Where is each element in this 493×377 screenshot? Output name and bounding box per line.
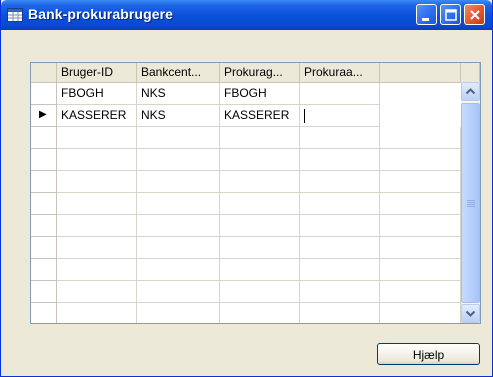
table-cell[interactable] [220,259,300,281]
row-selector[interactable] [31,193,57,215]
table-cell[interactable] [220,171,300,193]
table-cell[interactable] [57,259,137,281]
table-cell[interactable] [380,127,461,149]
row-selector[interactable] [31,127,57,149]
table-cell[interactable] [137,193,220,215]
row-selector-current[interactable]: ▶ [31,105,57,127]
table-cell[interactable] [137,281,220,303]
help-button[interactable]: Hjælp [377,343,480,365]
table-cell[interactable] [57,193,137,215]
row-selector[interactable] [31,259,57,281]
chevron-down-icon [465,310,476,317]
table-cell[interactable]: NKS [137,83,220,105]
table-cell[interactable] [300,171,380,193]
title-bar[interactable]: Bank-prokurabrugere [1,0,492,30]
table-cell[interactable] [220,237,300,259]
scroll-down-button[interactable] [461,304,480,323]
table-cell[interactable] [380,237,461,259]
thumb-grip [467,202,475,203]
scrollbar-thumb[interactable] [461,103,480,303]
table-cell[interactable] [137,149,220,171]
row-selector[interactable] [31,281,57,303]
table-cell[interactable] [220,281,300,303]
thumb-grip [467,204,475,205]
maximize-icon [445,9,457,21]
chevron-up-icon [465,88,476,95]
scroll-up-button[interactable] [461,82,480,101]
table-cell[interactable]: FBOGH [57,83,137,105]
table-cell[interactable] [300,127,380,149]
table-cell-active[interactable] [300,105,380,127]
table-cell[interactable] [300,303,380,323]
table-cell[interactable] [57,127,137,149]
table-cell[interactable] [220,127,300,149]
table-cell[interactable] [380,259,461,281]
data-grid[interactable]: Bruger-ID Bankcent... Prokurag... Prokur… [30,62,481,324]
table-cell[interactable] [57,281,137,303]
table-cell[interactable] [137,259,220,281]
header-corner [31,63,57,83]
table-cell[interactable] [300,149,380,171]
table-cell[interactable] [300,237,380,259]
table-cell[interactable] [380,193,461,215]
table-cell[interactable] [57,237,137,259]
table-cell[interactable]: FBOGH [220,83,300,105]
table-cell[interactable] [380,281,461,303]
row-selector[interactable] [31,171,57,193]
close-button[interactable] [464,4,485,25]
table-cell[interactable] [137,127,220,149]
table-cell[interactable] [137,171,220,193]
table-cell[interactable] [57,149,137,171]
table-cell[interactable] [300,281,380,303]
table-cell[interactable] [300,193,380,215]
table-cell[interactable] [300,83,380,105]
column-header-prokuragruppe[interactable]: Prokurag... [220,63,300,83]
minimize-icon [422,18,429,21]
table-cell[interactable] [57,303,137,323]
table-cell[interactable] [300,259,380,281]
table-cell[interactable] [220,215,300,237]
thumb-grip [467,200,475,201]
minimize-button[interactable] [416,4,437,25]
current-row-arrow-icon: ▶ [39,109,47,120]
table-cell[interactable]: KASSERER [220,105,300,127]
table-cell[interactable] [220,193,300,215]
table-cell[interactable] [220,149,300,171]
row-selector[interactable] [31,83,57,105]
row-selector[interactable] [31,303,57,323]
table-cell[interactable]: KASSERER [57,105,137,127]
thumb-grip [467,206,475,207]
table-cell[interactable] [380,171,461,193]
row-selector[interactable] [31,215,57,237]
text-cursor [304,109,305,123]
table-icon [7,8,23,22]
table-cell[interactable] [137,303,220,323]
window-title: Bank-prokurabrugere [28,6,174,22]
column-header-filler [380,63,461,83]
table-cell[interactable] [220,303,300,323]
table-cell[interactable]: NKS [137,105,220,127]
table-cell[interactable] [380,149,461,171]
row-selector[interactable] [31,149,57,171]
column-header-bankcenter[interactable]: Bankcent... [137,63,220,83]
table-cell[interactable] [57,215,137,237]
vertical-scrollbar[interactable] [461,82,480,323]
table-cell[interactable] [137,215,220,237]
row-selector[interactable] [31,237,57,259]
close-icon [470,10,480,20]
header-scroll-corner [461,63,480,83]
table-cell[interactable] [300,215,380,237]
table-cell[interactable] [57,171,137,193]
column-header-bruger-id[interactable]: Bruger-ID [57,63,137,83]
dialog-window: Bank-prokurabrugere Bruger-ID Bankcent..… [0,0,493,377]
column-header-prokuraansvar[interactable]: Prokuraa... [300,63,380,83]
table-cell[interactable] [380,215,461,237]
maximize-button[interactable] [440,4,461,25]
table-cell[interactable] [137,237,220,259]
table-cell[interactable] [380,303,461,323]
